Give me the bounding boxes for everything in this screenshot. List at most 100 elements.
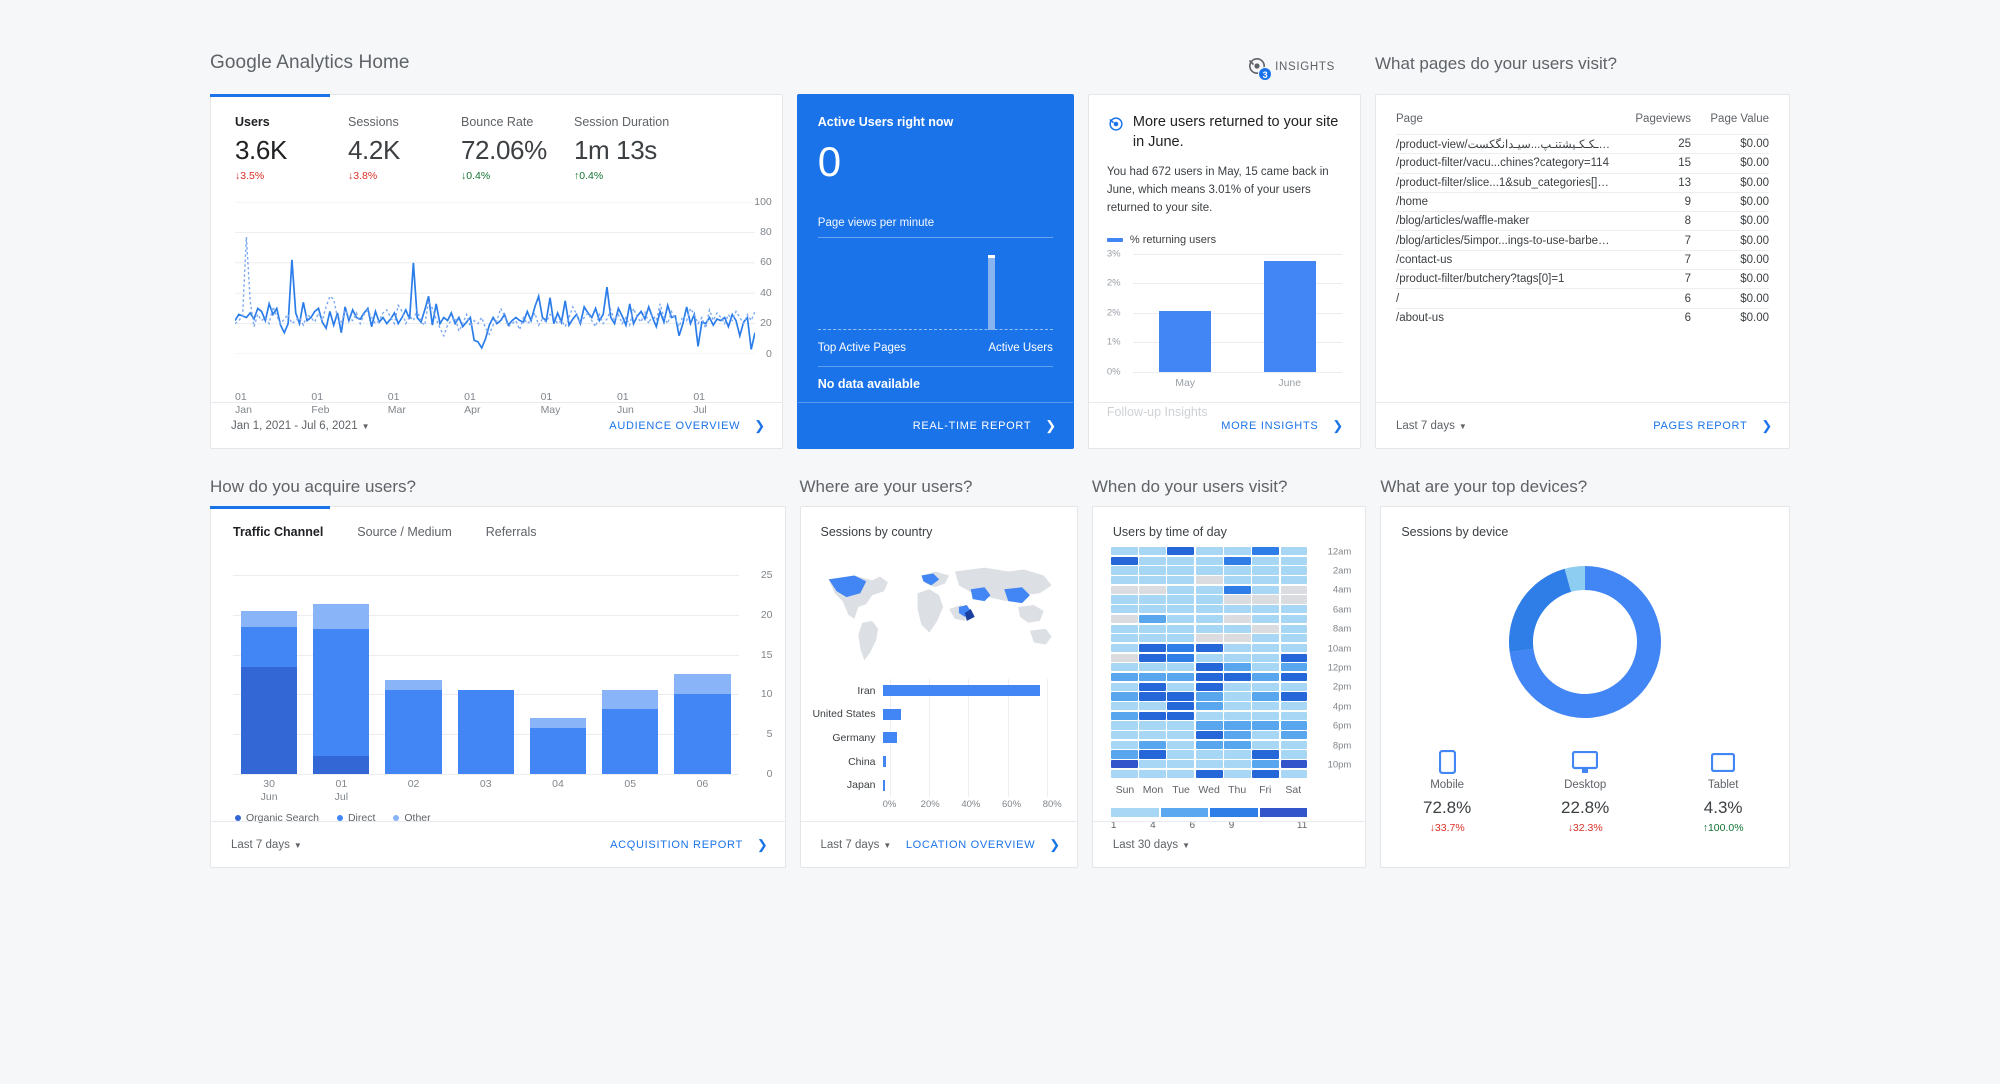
heatmap-cell[interactable] [1167, 760, 1195, 769]
heatmap-cell[interactable] [1224, 682, 1251, 691]
heatmap-cell[interactable] [1252, 643, 1280, 653]
heatmap-cell[interactable] [1224, 653, 1251, 662]
heatmap-cell[interactable] [1280, 556, 1308, 565]
heatmap-cell[interactable] [1280, 576, 1308, 585]
heatmap-cell[interactable] [1167, 547, 1195, 556]
bar-cell[interactable] [522, 559, 594, 774]
heatmap-cell[interactable] [1195, 547, 1223, 556]
heatmap-cell[interactable] [1224, 605, 1251, 614]
heatmap-cell[interactable] [1252, 672, 1280, 682]
heatmap-cell[interactable] [1224, 750, 1251, 759]
heatmap-cell[interactable] [1252, 663, 1280, 672]
heatmap-cell[interactable] [1252, 702, 1280, 711]
heatmap-cell[interactable] [1195, 556, 1223, 565]
heatmap-cell[interactable] [1252, 576, 1280, 585]
heatmap-cell[interactable] [1139, 624, 1166, 633]
heatmap-cell[interactable] [1252, 760, 1280, 769]
heatmap-cell[interactable] [1167, 614, 1195, 623]
heatmap-cell[interactable] [1139, 692, 1166, 701]
heatmap-cell[interactable] [1139, 711, 1166, 720]
heatmap-cell[interactable] [1167, 576, 1195, 585]
table-row[interactable]: /product-filter/butchery?tags[0]=1 7 $0.00 [1396, 269, 1769, 288]
heatmap-cell[interactable] [1252, 556, 1280, 565]
heatmap-cell[interactable] [1252, 605, 1280, 614]
heatmap-cell[interactable] [1224, 692, 1251, 701]
more-insights-link[interactable]: MORE INSIGHTS ❯ [1221, 418, 1344, 434]
bar-cell[interactable] [594, 559, 666, 774]
heatmap-cell[interactable] [1110, 585, 1138, 594]
table-row[interactable]: /product-filter/vacu...chines?category=1… [1396, 153, 1769, 172]
heatmap-cell[interactable] [1224, 643, 1251, 653]
country-row[interactable]: China [811, 750, 1063, 774]
heatmap-cell[interactable] [1252, 731, 1280, 740]
date-range-selector[interactable]: Jan 1, 2021 - Jul 6, 2021 ▼ [231, 420, 370, 432]
heatmap-cell[interactable] [1110, 624, 1138, 633]
heatmap-cell[interactable] [1280, 740, 1308, 749]
heatmap-cell[interactable] [1139, 556, 1166, 565]
heatmap-cell[interactable] [1252, 740, 1280, 749]
heatmap-cell[interactable] [1167, 692, 1195, 701]
location-overview-link[interactable]: LOCATION OVERVIEW ❯ [906, 837, 1061, 853]
heatmap-cell[interactable] [1280, 711, 1308, 720]
heatmap-cell[interactable] [1110, 547, 1138, 556]
heatmap-cell[interactable] [1195, 605, 1223, 614]
donut-slice-desktop[interactable] [1509, 568, 1572, 653]
heatmap-cell[interactable] [1195, 614, 1223, 623]
heatmap-cell[interactable] [1195, 566, 1223, 575]
heatmap-cell[interactable] [1280, 760, 1308, 769]
country-row[interactable]: Germany [811, 726, 1063, 750]
heatmap-cell[interactable] [1110, 721, 1138, 730]
heatmap-cell[interactable] [1139, 769, 1166, 778]
heatmap-cell[interactable] [1280, 750, 1308, 759]
heatmap-cell[interactable] [1167, 682, 1195, 691]
metric-sessions[interactable]: Sessions 4.2K ↓3.8% [348, 115, 461, 182]
heatmap-cell[interactable] [1252, 721, 1280, 730]
acquisition-date-range-selector[interactable]: Last 7 days ▼ [231, 839, 302, 851]
heatmap-cell[interactable] [1139, 721, 1166, 730]
heatmap-cell[interactable] [1224, 721, 1251, 730]
heatmap-cell[interactable] [1110, 595, 1138, 604]
heatmap-cell[interactable] [1195, 750, 1223, 759]
heatmap-cell[interactable] [1224, 566, 1251, 575]
country-row[interactable]: Japan [811, 773, 1063, 797]
country-row[interactable]: United States [811, 703, 1063, 727]
heatmap-cell[interactable] [1252, 547, 1280, 556]
heatmap-cell[interactable] [1280, 624, 1308, 633]
heatmap-cell[interactable] [1195, 672, 1223, 682]
bar-cell[interactable] [1133, 254, 1238, 372]
heatmap-cell[interactable] [1280, 585, 1308, 594]
heatmap-cell[interactable] [1167, 566, 1195, 575]
geo-date-range-selector[interactable]: Last 7 days ▼ [821, 839, 892, 851]
heatmap-cell[interactable] [1139, 731, 1166, 740]
device-mobile[interactable]: Mobile 72.8% ↓33.7% [1407, 749, 1487, 834]
heatmap-cell[interactable] [1252, 653, 1280, 662]
insights-button[interactable]: 3 INSIGHTS [1246, 52, 1335, 81]
heatmap-cell[interactable] [1224, 769, 1251, 778]
heatmap-cell[interactable] [1110, 663, 1138, 672]
heatmap-cell[interactable] [1252, 692, 1280, 701]
heatmap-cell[interactable] [1195, 721, 1223, 730]
device-tablet[interactable]: Tablet 4.3% ↑100.0% [1683, 749, 1763, 834]
heatmap-cell[interactable] [1139, 702, 1166, 711]
heatmap-cell[interactable] [1139, 750, 1166, 759]
heatmap-cell[interactable] [1252, 566, 1280, 575]
acquisition-report-link[interactable]: ACQUISITION REPORT ❯ [610, 837, 768, 853]
heatmap-cell[interactable] [1280, 682, 1308, 691]
heatmap-cell[interactable] [1280, 692, 1308, 701]
heatmap-cell[interactable] [1195, 692, 1223, 701]
country-row[interactable]: Iran [811, 679, 1063, 703]
heatmap-cell[interactable] [1195, 760, 1223, 769]
heatmap-cell[interactable] [1195, 634, 1223, 643]
heatmap-cell[interactable] [1167, 624, 1195, 633]
heatmap-cell[interactable] [1139, 595, 1166, 604]
heatmap-cell[interactable] [1195, 740, 1223, 749]
heatmap-cell[interactable] [1110, 556, 1138, 565]
heatmap-cell[interactable] [1280, 702, 1308, 711]
heatmap-cell[interactable] [1139, 566, 1166, 575]
table-row[interactable]: /about-us 6 $0.00 [1396, 307, 1769, 327]
heatmap-cell[interactable] [1110, 634, 1138, 643]
heatmap-cell[interactable] [1110, 769, 1138, 778]
heatmap-cell[interactable] [1167, 750, 1195, 759]
heatmap-cell[interactable] [1139, 585, 1166, 594]
heatmap-cell[interactable] [1110, 711, 1138, 720]
